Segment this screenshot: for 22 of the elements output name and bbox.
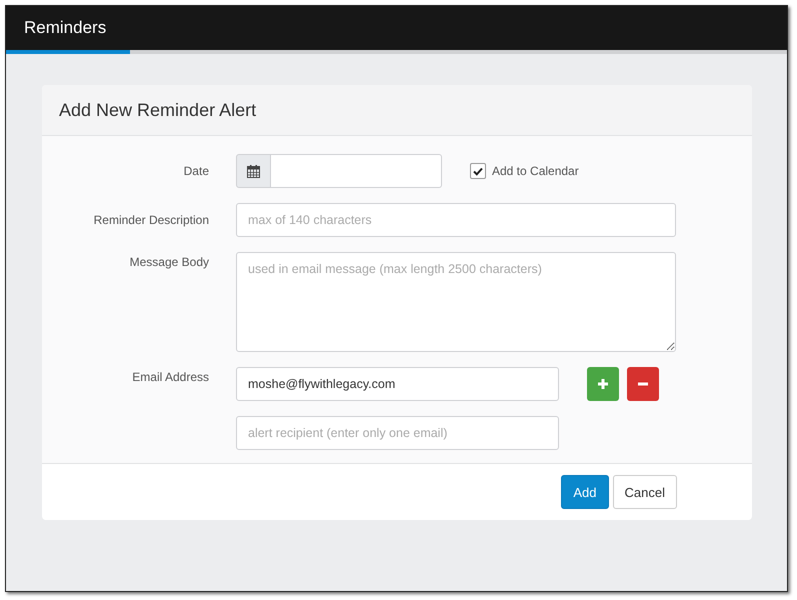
field-label: Reminder Description xyxy=(92,213,209,227)
field-label: Date xyxy=(182,164,209,178)
message-field[interactable]: used in email message (max length 2500 characters) xyxy=(236,252,676,352)
cancel-button[interactable]: Cancel xyxy=(612,475,677,509)
field-label: Message Body xyxy=(128,254,209,269)
panel-title: Add New Reminder Alert xyxy=(59,100,256,120)
plus-icon xyxy=(598,379,608,389)
app-tab[interactable]: Reminders xyxy=(6,6,130,54)
email-field[interactable]: moshe@flywithlegacy.com xyxy=(236,367,559,401)
checkbox[interactable] xyxy=(470,163,486,179)
description-field[interactable]: max of 140 characters xyxy=(236,203,676,237)
email-field[interactable]: alert recipient (enter only one email) xyxy=(236,416,559,450)
remove-email-button[interactable] xyxy=(627,367,659,401)
field-label: Email Address xyxy=(131,369,209,384)
date-addon[interactable] xyxy=(236,154,271,188)
add-button[interactable]: Add xyxy=(561,475,609,509)
check-icon xyxy=(473,166,483,176)
date-field[interactable] xyxy=(271,154,442,188)
checkbox-label: Add to Calendar xyxy=(492,164,579,178)
calendar-icon xyxy=(247,164,260,178)
add-email-button[interactable] xyxy=(587,367,619,401)
minus-icon xyxy=(638,382,648,386)
